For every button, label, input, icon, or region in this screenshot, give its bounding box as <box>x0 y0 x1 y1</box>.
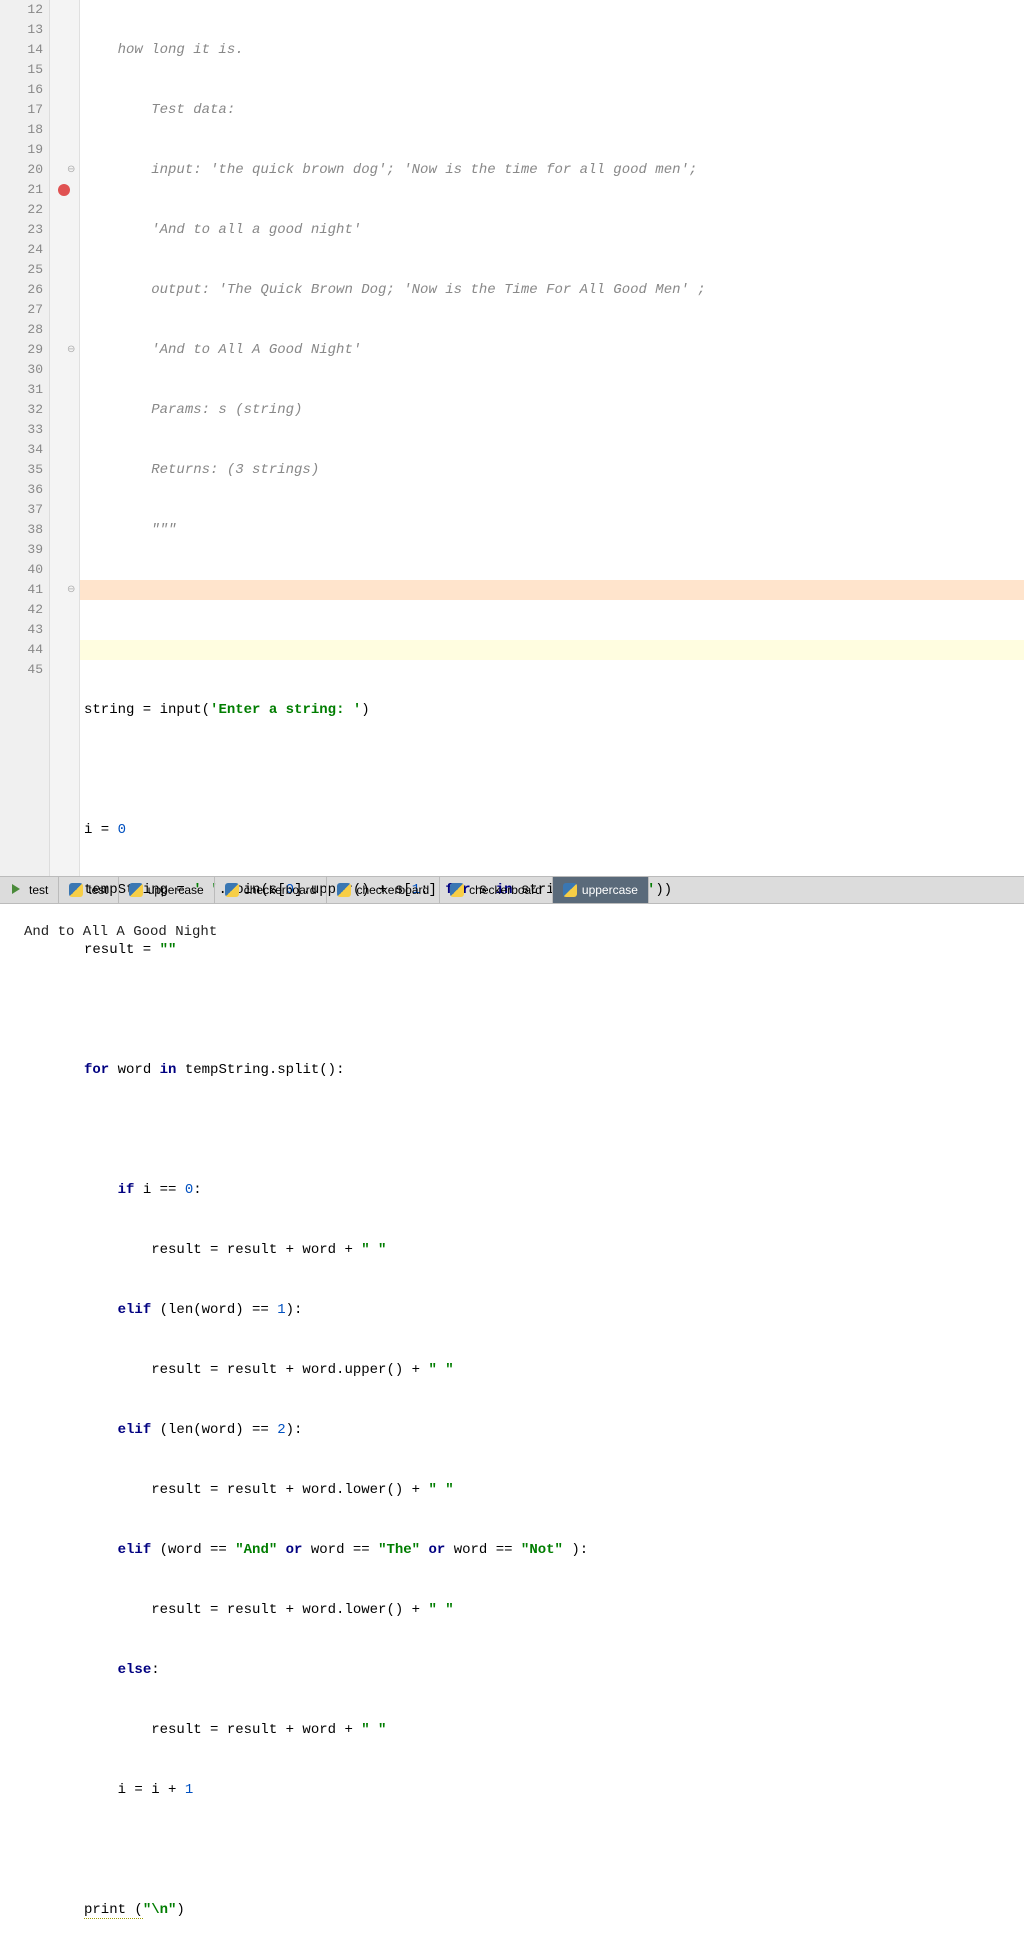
line-number: 35 <box>0 460 49 480</box>
code-text: how long it is. <box>84 42 244 58</box>
line-number: 34 <box>0 440 49 460</box>
tab-uppercase-active[interactable]: uppercase <box>553 877 649 903</box>
line-number: 28 <box>0 320 49 340</box>
line-number: 27 <box>0 300 49 320</box>
python-icon <box>563 883 577 897</box>
line-number: 31 <box>0 380 49 400</box>
tab-checkerboard[interactable]: checkerboard <box>327 877 440 903</box>
line-number: 17 <box>0 100 49 120</box>
line-number: 40 <box>0 560 49 580</box>
code-text: 'And to All A Good Night' <box>84 342 361 358</box>
line-number: 43 <box>0 620 49 640</box>
line-number: 25 <box>0 260 49 280</box>
tab-label: uppercase <box>582 883 638 897</box>
line-number: 18 <box>0 120 49 140</box>
fold-icon[interactable]: ⊖ <box>67 164 77 174</box>
fold-icon[interactable]: ⊖ <box>67 584 77 594</box>
line-number: 33 <box>0 420 49 440</box>
line-number: 16 <box>0 80 49 100</box>
run-icon <box>10 883 24 897</box>
tab-test[interactable]: test <box>59 877 118 903</box>
line-number: 20 <box>0 160 49 180</box>
line-number: 29 <box>0 340 49 360</box>
python-icon <box>129 883 143 897</box>
line-number: 45 <box>0 660 49 680</box>
line-number: 26 <box>0 280 49 300</box>
code-text: 'And to all a good night' <box>84 222 361 238</box>
line-number: 12 <box>0 0 49 20</box>
tab-label: checkerboard <box>244 883 317 897</box>
line-number: 44 <box>0 640 49 660</box>
tab-label: test <box>88 883 107 897</box>
python-icon <box>225 883 239 897</box>
tab-checkerboard[interactable]: checkerboard <box>440 877 553 903</box>
highlighted-line <box>80 580 1024 600</box>
line-number: 19 <box>0 140 49 160</box>
line-number-gutter: 12 13 14 15 16 17 18 19 20 21 22 23 24 2… <box>0 0 50 876</box>
code-text: output: 'The Quick Brown Dog; 'Now is th… <box>84 282 706 298</box>
python-icon <box>450 883 464 897</box>
code-text: """ <box>84 522 176 538</box>
line-number: 39 <box>0 540 49 560</box>
tab-uppercase[interactable]: uppercase <box>119 877 215 903</box>
tab-label: checkerboard <box>469 883 542 897</box>
tab-checkerboard[interactable]: checkerboard <box>215 877 328 903</box>
line-number: 24 <box>0 240 49 260</box>
tab-label: checkerboard <box>356 883 429 897</box>
line-number: 23 <box>0 220 49 240</box>
line-number: 30 <box>0 360 49 380</box>
breakpoint-icon[interactable] <box>58 184 70 196</box>
line-number: 14 <box>0 40 49 60</box>
highlighted-line <box>80 640 1024 660</box>
code-text: input: 'the quick brown dog'; 'Now is th… <box>84 162 697 178</box>
line-number: 41 <box>0 580 49 600</box>
breakpoint-gutter[interactable]: ⊖ ⊖ ⊖ <box>50 0 80 876</box>
python-icon <box>69 883 83 897</box>
line-number: 15 <box>0 60 49 80</box>
line-number: 32 <box>0 400 49 420</box>
line-number: 38 <box>0 520 49 540</box>
tab-label: uppercase <box>148 883 204 897</box>
editor-area: 12 13 14 15 16 17 18 19 20 21 22 23 24 2… <box>0 0 1024 876</box>
output-text: And to All A Good Night <box>24 924 217 940</box>
line-number: 22 <box>0 200 49 220</box>
line-number: 37 <box>0 500 49 520</box>
code-text: Returns: (3 strings) <box>84 462 319 478</box>
code-text: Params: s (string) <box>84 402 302 418</box>
tab-test-run[interactable]: test <box>0 877 59 903</box>
code-text: Test data: <box>84 102 235 118</box>
code-editor[interactable]: how long it is. Test data: input: 'the q… <box>80 0 1024 876</box>
tab-label: test <box>29 883 48 897</box>
line-number: 21 <box>0 180 49 200</box>
line-number: 36 <box>0 480 49 500</box>
fold-icon[interactable]: ⊖ <box>67 344 77 354</box>
line-number: 42 <box>0 600 49 620</box>
python-icon <box>337 883 351 897</box>
line-number: 13 <box>0 20 49 40</box>
